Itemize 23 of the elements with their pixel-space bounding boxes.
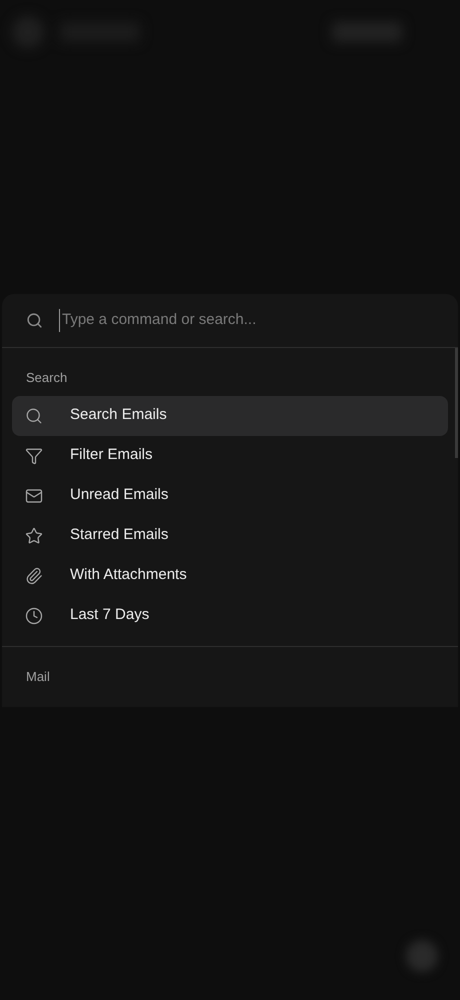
command-label: Search Emails	[70, 405, 167, 426]
command-item[interactable]: With Attachments	[12, 556, 448, 596]
command-item[interactable]: Search Emails	[12, 396, 448, 436]
envelope-icon	[25, 486, 43, 504]
command-item[interactable]: Starred Emails	[12, 516, 448, 556]
search-icon	[25, 406, 43, 424]
group-heading: Search	[25, 369, 68, 387]
command-item[interactable]: Filter Emails	[12, 436, 448, 476]
star-icon	[25, 526, 43, 544]
scrollbar-thumb[interactable]	[455, 348, 458, 458]
command-item[interactable]: Last 7 Days	[12, 596, 448, 636]
command-item[interactable]: Unread Emails	[12, 476, 448, 516]
search-icon	[26, 312, 43, 329]
command-label: Filter Emails	[70, 445, 153, 466]
funnel-icon	[25, 446, 43, 464]
command-label: Unread Emails	[70, 485, 168, 506]
command-label: Last 7 Days	[70, 605, 150, 626]
group-heading: Mail	[25, 668, 51, 686]
command-input[interactable]: Type a command or search...	[59, 309, 434, 332]
paperclip-icon	[25, 566, 43, 584]
command-label: With Attachments	[70, 565, 187, 586]
clock-icon	[25, 606, 43, 624]
command-label: Starred Emails	[70, 525, 168, 546]
